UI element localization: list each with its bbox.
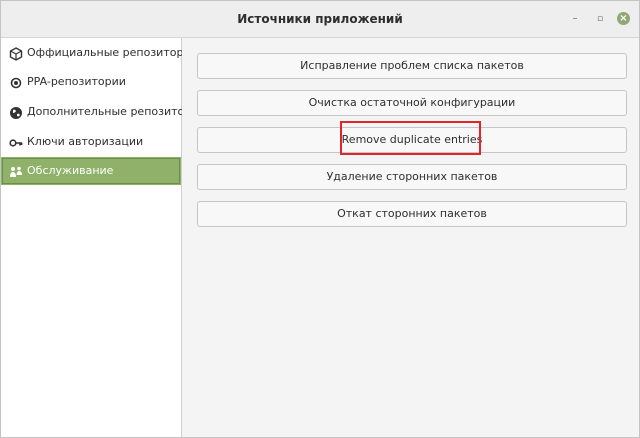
app-window: Источники приложений – ▫ × Оффициальные … bbox=[0, 0, 640, 438]
main-content: Исправление проблем списка пакетов Очист… bbox=[182, 38, 639, 437]
sidebar-item-label: Ключи авторизации bbox=[27, 135, 144, 148]
purge-residual-config-button[interactable]: Очистка остаточной конфигурации bbox=[197, 90, 627, 116]
maximize-button[interactable]: ▫ bbox=[592, 11, 608, 27]
button-label: Очистка остаточной конфигурации bbox=[308, 96, 516, 109]
sidebar-item-additional-repos[interactable]: Дополнительные репозитории bbox=[1, 98, 206, 126]
titlebar[interactable]: Источники приложений – ▫ × bbox=[1, 1, 639, 38]
downgrade-foreign-packages-button[interactable]: Откат сторонних пакетов bbox=[197, 201, 627, 227]
sidebar-item-official-repos[interactable]: Оффициальные репозитории bbox=[1, 39, 198, 67]
button-label: Remove duplicate entries bbox=[341, 133, 483, 146]
key-icon bbox=[9, 135, 23, 149]
button-label: Удаление сторонних пакетов bbox=[326, 170, 498, 183]
fix-package-list-button[interactable]: Исправление проблем списка пакетов bbox=[197, 53, 627, 79]
sidebar: Оффициальные репозитории PPA-репозитории… bbox=[1, 38, 206, 437]
remove-foreign-packages-button[interactable]: Удаление сторонних пакетов bbox=[197, 164, 627, 190]
sidebar-item-label: Дополнительные репозитории bbox=[27, 105, 206, 118]
close-button[interactable]: × bbox=[617, 12, 630, 25]
package-icon bbox=[9, 46, 23, 61]
maintenance-icon bbox=[9, 164, 23, 178]
ppa-icon bbox=[9, 75, 23, 89]
remove-duplicate-entries-button[interactable]: Remove duplicate entries bbox=[197, 127, 627, 153]
button-label: Исправление проблем списка пакетов bbox=[300, 59, 524, 72]
globe-icon bbox=[9, 105, 23, 119]
sidebar-item-label: PPA-репозитории bbox=[27, 75, 126, 88]
window-title: Источники приложений bbox=[237, 12, 403, 26]
minimize-button[interactable]: – bbox=[567, 11, 583, 27]
sidebar-item-auth-keys[interactable]: Ключи авторизации bbox=[1, 128, 181, 156]
sidebar-item-maintenance[interactable]: Обслуживание bbox=[1, 157, 181, 185]
button-label: Откат сторонних пакетов bbox=[337, 207, 487, 220]
sidebar-item-label: Обслуживание bbox=[27, 164, 114, 177]
sidebar-item-label: Оффициальные репозитории bbox=[27, 46, 198, 59]
sidebar-item-ppa[interactable]: PPA-репозитории bbox=[1, 68, 181, 96]
